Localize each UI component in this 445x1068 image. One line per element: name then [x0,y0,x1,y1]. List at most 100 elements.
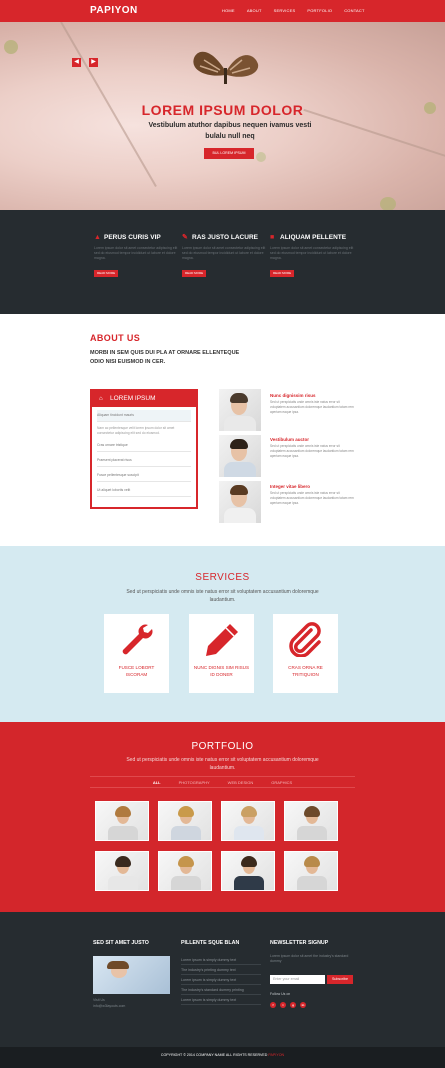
read-more-button[interactable]: READ MORE [270,269,295,277]
nav-link-services[interactable]: SERVICES [274,8,296,13]
subscribe-button[interactable]: Subscribe [327,975,353,984]
feature-item: ■ ALIQUAM PELLENTE Lorem ipsum dolor sit… [270,234,355,279]
portfolio-thumbnail[interactable] [95,801,149,841]
service-card[interactable]: FUSCE LOBORT ISCORAM [104,614,169,693]
portfolio-thumbnail[interactable] [95,851,149,891]
avatar [219,389,261,431]
filter-graphics[interactable]: GRAPHICS [271,780,292,785]
nav-link-contact[interactable]: CONTACT [344,8,364,13]
slider-next-arrow[interactable]: ▶ [89,58,98,67]
footer-col-title: NEWSLETTER SIGNUP [270,940,329,946]
card-row[interactable]: Fusce pellentesque suscipit [97,470,191,482]
card-text: Nam ac pellentesque velit lorem ipsum do… [97,426,175,435]
avatar [219,435,261,477]
footer-col-title: PILLENTE SQUE BLAN [181,940,240,946]
wrench-icon [122,624,153,655]
copyright-bar: COPYRIGHT © 2014 COMPANY NAME ALL RIGHTS… [0,1047,445,1068]
nav-menu: HOME ABOUT SERVICES PORTFOLIO CONTACT [222,8,365,13]
hero-title: LOREM IPSUM DOLOR [141,102,304,118]
footer-link[interactable]: The industry's standard dummy printing [181,988,261,995]
testimonial: Nunc dignissim risus Sed ut perspiciatis… [270,393,355,414]
google-plus-icon[interactable]: g [290,1002,296,1008]
flower-bud [256,152,266,162]
home-icon: ⌂ [99,396,103,402]
testimonial-title: Nunc dignissim risus [270,393,316,398]
nav-link-about[interactable]: ABOUT [247,8,262,13]
bookmark-icon: ▲ [94,234,101,241]
feature-title: ■ ALIQUAM PELLENTE [270,234,347,241]
portfolio-thumbnail[interactable] [221,801,275,841]
avatar [219,481,261,523]
services-subtitle: Sed ut perspiciatis unde omnis iste natu… [126,589,319,603]
testimonial-text: Sed ut perspiciatis unde omnis iste natu… [270,491,354,505]
portfolio-thumbnail[interactable] [158,801,212,841]
feature-item: ▲ PERUS CURIS VIP Lorem ipsum dolor sit … [94,234,179,279]
footer-link[interactable]: The industry's printing dummy text [181,968,261,975]
footer-link[interactable]: Lorem ipsum is simply dummy text [181,998,261,1005]
footer-link[interactable]: Lorem ipsum is simply dummy text [181,978,261,985]
footer: SED SIT AMET JUSTO Visit Us info@w3layou… [0,912,445,1047]
card-row[interactable]: Ut aliquet lobortis velit [97,485,191,497]
flower-bud [380,197,396,210]
portfolio-thumbnail[interactable] [284,801,338,841]
twitter-icon[interactable]: t [280,1002,286,1008]
feature-item: ✎ RAS JUSTO LACURE Lorem ipsum dolor sit… [182,234,267,279]
copyright-text: COPYRIGHT © 2014 COMPANY NAME ALL RIGHTS… [160,1053,268,1057]
newsletter-email-input[interactable]: Enter your email [270,975,325,984]
copyright-link[interactable]: PAPIYON [268,1053,284,1057]
footer-link[interactable]: Lorem ipsum is simply dummy text [181,958,261,965]
portfolio-section: PORTFOLIO Sed ut perspiciatis unde omnis… [0,722,445,912]
service-label: CRAS ORNA RE TRITIQUION [288,665,323,677]
read-more-button[interactable]: READ MORE [94,269,119,277]
portfolio-filters: ALL PHOTOGRAPHY WEB DESIGN GRAPHICS [90,776,355,788]
services-section: SERVICES Sed ut perspiciatis unde omnis … [0,546,445,722]
footer-email-link[interactable]: info@w3layouts.com [93,1004,125,1009]
service-label: FUSCE LOBORT ISCORAM [118,665,155,677]
services-title: SERVICES [195,572,250,583]
brand-logo[interactable]: PAPIYON [90,5,138,16]
testimonial-title: Integer vitae libero [270,484,311,489]
nav-link-home[interactable]: HOME [222,8,235,13]
facebook-icon[interactable]: f [270,1002,276,1008]
feature-title: ✎ RAS JUSTO LACURE [182,234,258,241]
hero-subtitle: Vestibulum atuthor dapibus nequen ivamus… [148,122,312,140]
slider-prev-arrow[interactable]: ◀ [72,58,81,67]
footer-visit-text: Visit Us [93,998,105,1002]
nav-link-portfolio[interactable]: PORTFOLIO [307,8,332,13]
features-section: ▲ PERUS CURIS VIP Lorem ipsum dolor sit … [0,210,445,314]
testimonial-text: Sed ut perspiciatis unde omnis iste natu… [270,444,354,458]
service-card[interactable]: NUNC DIGNIS SIM RISUS ID DONER [189,614,254,693]
service-label: NUNC DIGNIS SIM RISUS ID DONER [193,665,250,677]
card-row[interactable]: Praesent placerat risus [97,455,191,467]
service-card[interactable]: CRAS ORNA RE TRITIQUION [273,614,338,693]
portfolio-thumbnail[interactable] [284,851,338,891]
feature-text: Lorem ipsum dolor sit amet consectetur a… [270,246,354,260]
portfolio-subtitle: Sed ut perspiciatis unde omnis iste natu… [126,757,319,771]
about-title: ABOUT US [90,333,141,343]
butterfly-image [193,51,259,84]
about-lead-text: MORBI IN SEM QUIS DUI PLA AT ORNARE ELLE… [90,350,240,365]
follow-us-label: Follow Us on [270,992,291,996]
info-card: ⌂ LOREM IPSUM Aliquam tincidunt mauris N… [90,389,198,509]
card-row[interactable]: Aliquam tincidunt mauris [97,410,191,422]
info-card-header: ⌂ LOREM IPSUM [92,391,196,407]
testimonial-text: Sed ut perspiciatis unde omnis iste natu… [270,400,354,414]
testimonial: Integer vitae libero Sed ut perspiciatis… [270,484,355,505]
pencil-icon [206,624,238,656]
portfolio-thumbnail[interactable] [158,851,212,891]
top-navbar: PAPIYON HOME ABOUT SERVICES PORTFOLIO CO… [0,0,445,22]
filter-photography[interactable]: PHOTOGRAPHY [179,780,210,785]
pencil-icon: ✎ [182,234,188,241]
paperclip-icon [289,622,321,657]
read-more-button[interactable]: READ MORE [182,269,207,277]
feature-text: Lorem ipsum dolor sit amet consectetur a… [182,246,266,260]
testimonial-title: Vestibulum auctor [270,437,310,442]
hero-cta-button[interactable]: BUL LOREM IPSUM [204,148,254,159]
filter-all[interactable]: ALL [153,780,161,785]
portfolio-title: PORTFOLIO [191,741,254,752]
card-row[interactable]: Cras ornare tristique [97,440,191,452]
linkedin-icon[interactable]: in [300,1002,306,1008]
footer-col-title: SED SIT AMET JUSTO [93,940,149,946]
filter-web-design[interactable]: WEB DESIGN [228,780,254,785]
portfolio-thumbnail[interactable] [221,851,275,891]
